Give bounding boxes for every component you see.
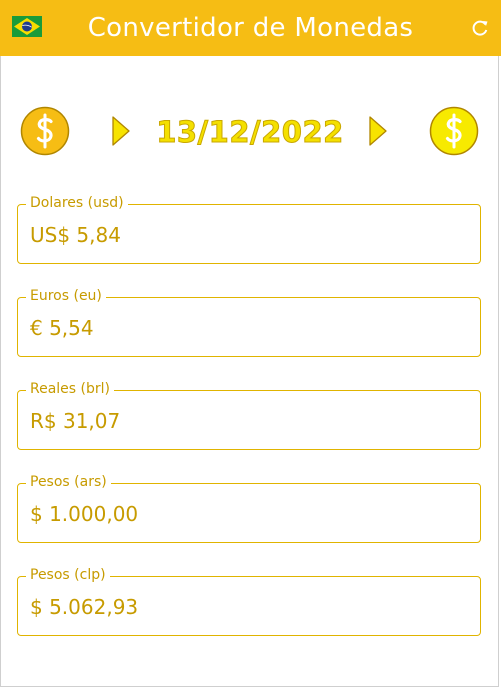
field-label: Pesos (ars) [26, 473, 111, 491]
conversion-row: 13/12/2022 [0, 106, 501, 158]
app-title: Convertidor de Monedas [87, 13, 414, 43]
field-value: US$ 5,84 [30, 223, 121, 247]
dollar-coin-icon-left[interactable] [20, 106, 70, 156]
field-label: Dolares (usd) [26, 194, 128, 212]
play-arrow-icon-left [112, 116, 130, 146]
currency-field-brl[interactable]: Reales (brl) R$ 31,07 [17, 380, 481, 450]
dollar-coin-icon-right[interactable] [429, 106, 479, 156]
field-label: Euros (eu) [26, 287, 106, 305]
field-value: $ 5.062,93 [30, 595, 139, 619]
refresh-icon[interactable] [470, 18, 490, 38]
rate-date: 13/12/2022 [156, 115, 344, 150]
field-label: Pesos (clp) [26, 566, 110, 584]
field-value: € 5,54 [30, 316, 94, 340]
app-bar: Convertidor de Monedas [0, 0, 501, 56]
play-arrow-icon-right [369, 116, 387, 146]
currency-field-ars[interactable]: Pesos (ars) $ 1.000,00 [17, 473, 481, 543]
currency-field-clp[interactable]: Pesos (clp) $ 5.062,93 [17, 566, 481, 636]
currency-field-eur[interactable]: Euros (eu) € 5,54 [17, 287, 481, 357]
field-value: R$ 31,07 [30, 409, 121, 433]
field-value: $ 1.000,00 [30, 502, 139, 526]
currency-field-usd[interactable]: Dolares (usd) US$ 5,84 [17, 194, 481, 264]
field-label: Reales (brl) [26, 380, 114, 398]
